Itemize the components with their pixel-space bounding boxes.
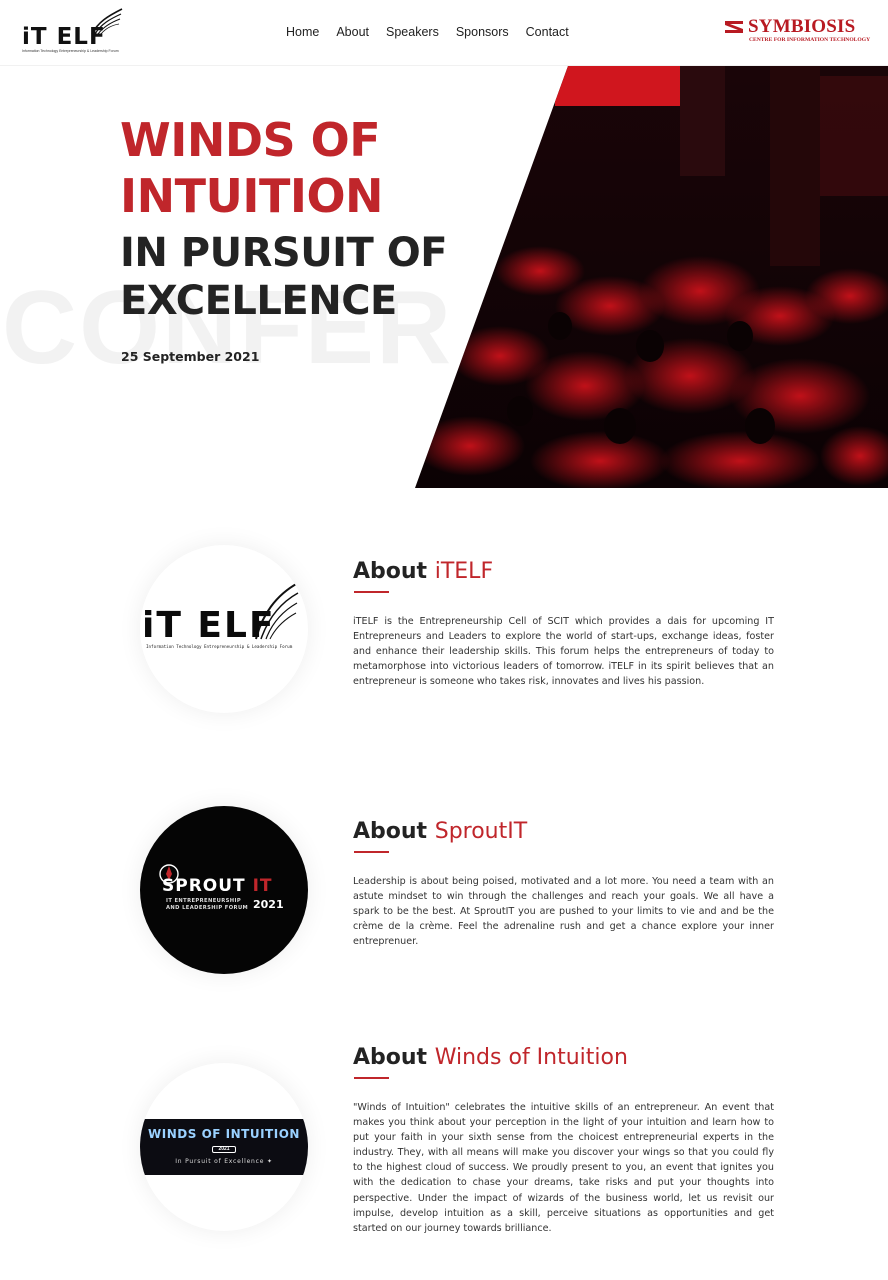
brand-name: iT ELF: [22, 24, 106, 50]
itelf-logo[interactable]: iT ELF Information Technology Entreprene…: [22, 8, 126, 56]
main-nav: Home About Speakers Sponsors Contact: [286, 25, 569, 39]
nav-contact[interactable]: Contact: [526, 25, 569, 39]
partner-name: SYMBIOSIS: [748, 16, 856, 37]
title-underline: [354, 851, 389, 853]
hero-title: WINDS OF INTUITION: [120, 112, 384, 224]
hero-subtitle: IN PURSUIT OF EXCELLENCE: [120, 229, 448, 325]
title-prefix: About: [353, 1045, 435, 1070]
woi-logo-tagline: In Pursuit of Excellence ✦: [175, 1158, 273, 1165]
title-accent: iTELF: [434, 559, 494, 584]
hero-subtitle-line1: IN PURSUIT OF: [120, 230, 448, 276]
title-underline: [354, 1077, 389, 1079]
itelf-logo-subtext: Information Technology Entrepreneurship …: [146, 644, 293, 649]
sproutit-wordmark: SPROUT IT: [162, 876, 273, 896]
section-body: "Winds of Intuition" celebrates the intu…: [353, 1102, 774, 1234]
hero-title-line1: WINDS OF: [120, 113, 381, 167]
section-title: About SproutIT: [353, 819, 527, 844]
sproutit-word: SPROUT: [162, 876, 246, 896]
symbiosis-emblem-icon: [725, 21, 743, 33]
itelf-logo-text: iT ELF: [142, 605, 276, 646]
woi-logo-title: WINDS OF INTUITION: [148, 1127, 300, 1141]
nav-sponsors[interactable]: Sponsors: [456, 25, 509, 39]
partner-subtitle: CENTRE FOR INFORMATION TECHNOLOGY: [749, 37, 871, 43]
title-accent: Winds of Intuition: [434, 1045, 628, 1070]
site-header: iT ELF Information Technology Entreprene…: [0, 0, 888, 66]
about-sproutit-section: SPROUT IT IT ENTREPRENEURSHIP AND LEADER…: [0, 805, 888, 985]
itelf-logo-large: iT ELF Information Technology Entreprene…: [140, 545, 308, 713]
itelf-logo-circle: iT ELF Information Technology Entreprene…: [140, 545, 308, 713]
woi-logo-circle: WINDS OF INTUITION 2021 In Pursuit of Ex…: [140, 1063, 308, 1231]
title-underline: [354, 591, 389, 593]
nav-home[interactable]: Home: [286, 25, 319, 39]
about-woi-section: WINDS OF INTUITION 2021 In Pursuit of Ex…: [0, 1040, 888, 1260]
sproutit-subtext-line2: AND LEADERSHIP FORUM: [166, 904, 249, 911]
section-title: About Winds of Intuition: [353, 1045, 628, 1070]
title-prefix: About: [353, 819, 435, 844]
sproutit-word-accent: IT: [252, 876, 273, 896]
hero-subtitle-line2: EXCELLENCE: [120, 278, 397, 324]
nav-about[interactable]: About: [336, 25, 369, 39]
hero-section: CONFER WINDS OF INTUITION IN PURSUIT OF …: [0, 66, 888, 488]
sproutit-year: 2021: [253, 898, 284, 911]
brand-tagline: Information Technology Entrepreneurship …: [22, 49, 119, 53]
title-prefix: About: [353, 559, 435, 584]
nav-speakers[interactable]: Speakers: [386, 25, 439, 39]
sproutit-logo: SPROUT IT IT ENTREPRENEURSHIP AND LEADER…: [140, 806, 308, 974]
section-title: About iTELF: [353, 559, 493, 584]
sproutit-logo-circle: SPROUT IT IT ENTREPRENEURSHIP AND LEADER…: [140, 806, 308, 974]
about-itelf-section: iT ELF Information Technology Entreprene…: [0, 545, 888, 725]
title-accent: SproutIT: [434, 819, 528, 844]
sproutit-subtext: IT ENTREPRENEURSHIP AND LEADERSHIP FORUM: [166, 898, 248, 911]
hero-title-line2: INTUITION: [120, 169, 384, 223]
section-body: Leadership is about being poised, motiva…: [353, 876, 774, 948]
woi-logo-year: 2021: [212, 1146, 236, 1153]
sproutit-subtext-line1: IT ENTREPRENEURSHIP: [166, 898, 242, 904]
section-body: iTELF is the Entrepreneurship Cell of SC…: [353, 616, 774, 688]
event-date: 25 September 2021: [121, 349, 260, 364]
symbiosis-logo[interactable]: SYMBIOSIS CENTRE FOR INFORMATION TECHNOL…: [724, 16, 874, 48]
woi-logo: WINDS OF INTUITION 2021 In Pursuit of Ex…: [140, 1119, 308, 1175]
